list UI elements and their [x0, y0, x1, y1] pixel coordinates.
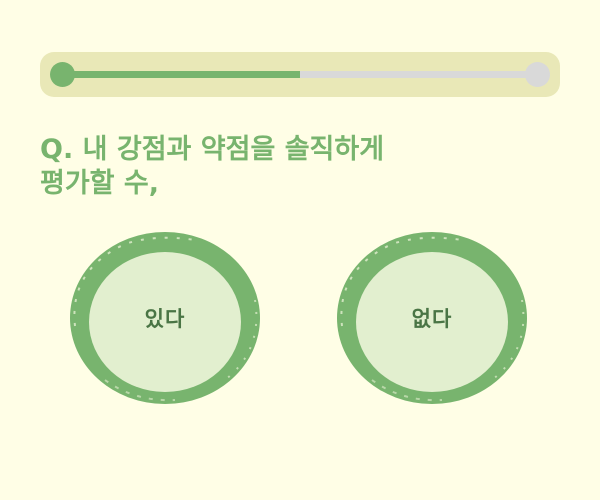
answer-no-button[interactable]: 없다: [332, 230, 532, 406]
question-text: Q. 내 강점과 약점을 솔직하게 평가할 수,: [40, 133, 460, 201]
progress-fill: [62, 71, 300, 78]
progress-bar: [40, 52, 560, 97]
question-line-2: 평가할 수,: [40, 168, 160, 199]
question-line-1: Q. 내 강점과 약점을 솔직하게: [40, 134, 385, 165]
progress-end-dot: [525, 62, 550, 87]
answer-yes-label: 있다: [144, 307, 186, 331]
answer-no-label: 없다: [411, 307, 453, 331]
answer-yes-button[interactable]: 있다: [65, 230, 265, 406]
progress-track: [62, 71, 538, 78]
progress-start-dot: [50, 62, 75, 87]
